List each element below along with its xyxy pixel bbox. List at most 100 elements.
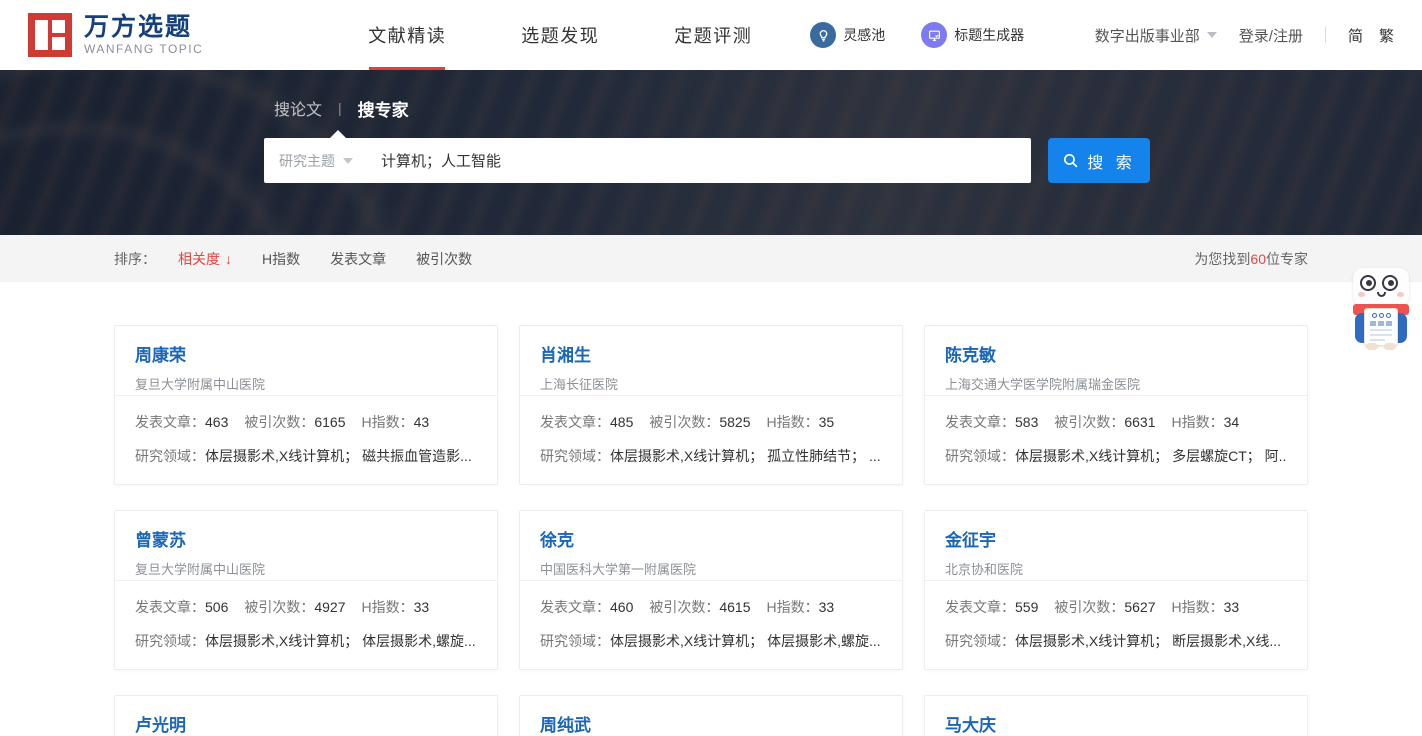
hindex-value: 33 [1224,599,1240,615]
tab-search-experts[interactable]: 搜专家 [358,96,409,121]
expert-org: 上海交通大学医学院附属瑞金医院 [945,374,1287,393]
tab-search-papers[interactable]: 搜论文 [274,96,322,120]
research-fields: 研究领域：体层摄影术,X线计算机； 断层摄影术,X线... [945,631,1287,651]
department-label: 数字出版事业部 [1095,25,1200,46]
sort-option-hindex[interactable]: H指数 [262,249,300,269]
nav-item-topic-evaluation[interactable]: 定题评测 [674,0,752,70]
expert-name[interactable]: 周康荣 [135,346,477,366]
expert-name[interactable]: 卢光明 [135,716,477,736]
wanfang-logo-icon [28,13,72,57]
research-fields: 研究领域：体层摄影术,X线计算机； 体层摄影术,螺旋... [135,631,477,651]
sort-option-publications[interactable]: 发表文章 [330,249,386,269]
logo-title: 万方选题 [84,14,203,42]
pub-count: 460 [610,599,633,615]
expert-stats: 发表文章：559被引次数：5627H指数：33 [945,597,1287,617]
lang-simplified[interactable]: 简 [1348,25,1363,46]
cited-count: 6165 [314,414,345,430]
inspiration-pool-link[interactable]: 灵感池 [810,22,885,48]
search-tabs: 搜论文 | 搜专家 [274,92,1422,124]
tab-pointer [330,130,346,138]
page: 万方选题 WANFANG TOPIC 文献精读 选题发现 定题评测 [0,0,1422,736]
results-area: 周康荣 复旦大学附属中山医院 发表文章：463被引次数：6165H指数：43 研… [114,282,1308,736]
chevron-down-icon [1207,32,1217,38]
nav-label: 选题发现 [521,22,599,48]
expert-name[interactable]: 周纯武 [540,716,882,736]
search-input[interactable] [381,152,1031,169]
pub-count: 583 [1015,414,1038,430]
expert-name[interactable]: 肖湘生 [540,346,882,366]
logo[interactable]: 万方选题 WANFANG TOPIC [28,13,203,57]
expert-card[interactable]: 肖湘生 上海长征医院 发表文章：485被引次数：5825H指数：35 研究领域：… [519,325,903,485]
sort-label: 排序： [114,249,156,269]
hindex-value: 33 [819,599,835,615]
nav-item-literature-reading[interactable]: 文献精读 [368,0,446,70]
search-icon [1062,152,1079,169]
expert-name[interactable]: 金征宇 [945,531,1287,551]
sort-descending-icon[interactable]: ↓ [225,251,232,267]
mascot-document [1364,308,1398,346]
hindex-value: 43 [414,414,430,430]
expert-card[interactable]: 徐克 中国医科大学第一附属医院 发表文章：460被引次数：4615H指数：33 … [519,510,903,670]
pub-count: 485 [610,414,633,430]
top-header: 万方选题 WANFANG TOPIC 文献精读 选题发现 定题评测 [0,0,1422,70]
hindex-value: 35 [819,414,835,430]
title-generator-icon [921,22,947,48]
expert-card[interactable]: 金征宇 北京协和医院 发表文章：559被引次数：5627H指数：33 研究领域：… [924,510,1308,670]
expert-stats: 发表文章：460被引次数：4615H指数：33 [540,597,882,617]
expert-grid: 周康荣 复旦大学附属中山医院 发表文章：463被引次数：6165H指数：43 研… [114,325,1308,736]
chevron-down-icon [343,158,353,164]
header-right: 数字出版事业部 登录/注册 简 繁 [1095,25,1394,46]
search-field-selector[interactable]: 研究主题 [264,151,353,171]
expert-stats: 发表文章：583被引次数：6631H指数：34 [945,412,1287,432]
department-dropdown[interactable]: 数字出版事业部 [1095,25,1217,46]
cited-count: 4615 [719,599,750,615]
nav-label: 定题评测 [674,22,752,48]
sort-option-citations[interactable]: 被引次数 [416,249,472,269]
expert-card[interactable]: 陈克敏 上海交通大学医学院附属瑞金医院 发表文章：583被引次数：6631H指数… [924,325,1308,485]
pub-count: 506 [205,599,228,615]
nav-item-topic-discovery[interactable]: 选题发现 [521,0,599,70]
title-generator-link[interactable]: 标题生成器 [921,22,1024,48]
cited-count: 5825 [719,414,750,430]
lang-traditional[interactable]: 繁 [1379,25,1394,46]
expert-stats: 发表文章：463被引次数：6165H指数：43 [135,412,477,432]
expert-org: 复旦大学附属中山医院 [135,559,477,578]
cited-count: 6631 [1124,414,1155,430]
nav-label: 文献精读 [368,22,446,48]
sort-option-relevance[interactable]: 相关度 ↓ [178,249,232,269]
expert-card[interactable]: 周纯武 [519,695,903,736]
main-nav: 文献精读 选题发现 定题评测 [368,0,752,70]
search-button-label: 搜 索 [1087,149,1135,173]
research-fields: 研究领域：体层摄影术,X线计算机； 磁共振血管造影... [135,446,477,466]
tool-label: 灵感池 [843,25,885,45]
hero-banner: 搜论文 | 搜专家 研究主题 搜 索 [0,70,1422,235]
pub-count: 463 [205,414,228,430]
hindex-value: 33 [414,599,430,615]
research-fields: 研究领域：体层摄影术,X线计算机； 体层摄影术,螺旋... [540,631,882,651]
research-fields: 研究领域：体层摄影术,X线计算机； 孤立性肺结节； ... [540,446,882,466]
expert-name[interactable]: 徐克 [540,531,882,551]
robot-mascot[interactable] [1350,268,1412,350]
expert-name[interactable]: 陈克敏 [945,346,1287,366]
active-nav-underline [369,67,445,70]
search-box: 研究主题 [264,138,1031,183]
result-count: 为您找到60位专家 [1194,249,1308,269]
search-button[interactable]: 搜 索 [1048,138,1150,183]
mascot-head [1353,268,1409,306]
expert-card[interactable]: 曾蒙苏 复旦大学附属中山医院 发表文章：506被引次数：4927H指数：33 研… [114,510,498,670]
logo-subtitle: WANFANG TOPIC [84,42,203,56]
cited-count: 5627 [1124,599,1155,615]
tab-divider: | [338,100,342,116]
expert-card[interactable]: 马大庆 [924,695,1308,736]
expert-card[interactable]: 周康荣 复旦大学附属中山医院 发表文章：463被引次数：6165H指数：43 研… [114,325,498,485]
research-fields: 研究领域：体层摄影术,X线计算机； 多层螺旋CT； 阿... [945,446,1287,466]
language-switch: 简 繁 [1348,25,1394,46]
expert-name[interactable]: 马大庆 [945,716,1287,736]
expert-stats: 发表文章：485被引次数：5825H指数：35 [540,412,882,432]
expert-name[interactable]: 曾蒙苏 [135,531,477,551]
sort-options: 相关度 ↓ H指数 发表文章 被引次数 [178,249,472,269]
expert-org: 复旦大学附属中山医院 [135,374,477,393]
expert-card[interactable]: 卢光明 [114,695,498,736]
login-register-link[interactable]: 登录/注册 [1239,25,1303,46]
expert-org: 中国医科大学第一附属医院 [540,559,882,578]
